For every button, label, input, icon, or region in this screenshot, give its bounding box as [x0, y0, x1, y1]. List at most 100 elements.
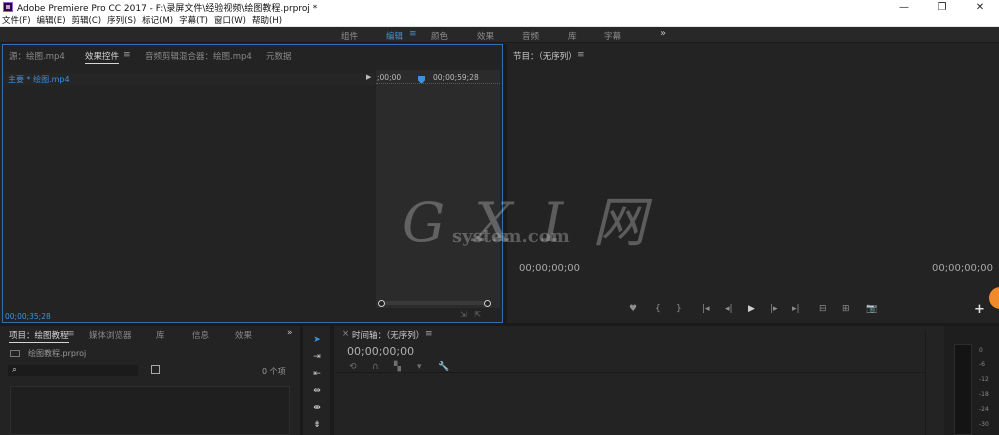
audio-meter-bar [954, 344, 972, 435]
add-marker-timeline-icon[interactable]: ▾ [417, 362, 422, 372]
new-bin-icon[interactable] [151, 365, 160, 374]
project-items-list[interactable] [10, 386, 290, 435]
meter-tick: -18 [979, 391, 989, 398]
project-folder-icon [10, 350, 20, 357]
nest-sequence-icon[interactable]: ⟲ [349, 362, 357, 372]
play-icon[interactable]: ▶ [748, 304, 755, 314]
menu-window[interactable]: 窗口(W) [214, 14, 246, 26]
timeline-header-divider [336, 372, 926, 373]
program-menu-icon[interactable]: ≡ [577, 50, 585, 60]
mark-in-icon[interactable]: { [655, 304, 661, 314]
tab-libraries[interactable]: 库 [156, 329, 165, 341]
tab-media-browser[interactable]: 媒体浏览器 [89, 329, 132, 341]
ruler-start-time: ;00;00 [377, 73, 402, 82]
search-icon: ⌕ [12, 365, 18, 375]
tools-panel: ➤ ⇥ ⇤ ⇹ ⇼ ⇟ [306, 330, 328, 435]
project-file-row: 绘图教程.prproj [10, 348, 86, 359]
timeline-current-time[interactable]: 00;00;00;00 [347, 345, 414, 358]
selection-tool-icon[interactable]: ➤ [311, 335, 323, 345]
timeline-title[interactable]: 时间轴：（无序列） [352, 329, 424, 341]
project-file-name: 绘图教程.prproj [28, 349, 87, 358]
timeline-close-icon[interactable]: × [342, 329, 349, 339]
menu-marker[interactable]: 标记(M) [142, 14, 173, 26]
workspace-effects[interactable]: 效果 [477, 30, 494, 42]
extract-icon[interactable]: ⊞ [842, 304, 850, 314]
lift-icon[interactable]: ⊟ [819, 304, 827, 314]
meter-tick: -12 [979, 376, 989, 383]
zoom-scrollbar[interactable] [381, 301, 488, 305]
rolling-edit-tool-icon[interactable]: ⇹ [311, 386, 323, 396]
window-title: Adobe Premiere Pro CC 2017 - F:\录屏文件\经验视… [17, 3, 318, 14]
tab-effect-controls[interactable]: 效果控件 [85, 50, 120, 64]
menu-bar: 文件(F) 编辑(E) 剪辑(C) 序列(S) 标记(M) 字幕(T) 窗口(W… [0, 14, 999, 27]
filter-export-icons[interactable]: ⇲ ⇱ [460, 310, 481, 319]
menu-edit[interactable]: 编辑(E) [37, 14, 66, 26]
watermark-domain: system.com [452, 226, 570, 247]
meter-tick: -30 [979, 421, 989, 428]
timeline-scroll-edge [925, 330, 926, 435]
title-bar: Adobe Premiere Pro CC 2017 - F:\录屏文件\经验视… [0, 0, 999, 14]
project-menu-icon[interactable]: ≡ [67, 329, 75, 339]
menu-file[interactable]: 文件(F) [2, 14, 31, 26]
minimize-button[interactable]: — [885, 0, 923, 14]
tab-audio-clip-mixer[interactable]: 音频剪辑混合器：绘图.mp4 [145, 50, 252, 62]
add-marker-icon[interactable]: ♥ [629, 304, 637, 314]
item-count: 0 个项 [262, 367, 286, 376]
export-frame-icon[interactable]: 📷 [866, 304, 877, 314]
step-back-icon[interactable]: ◂| [725, 304, 733, 314]
workspace-color[interactable]: 颜色 [431, 30, 448, 42]
menu-sequence[interactable]: 序列(S) [107, 14, 136, 26]
premiere-logo-icon [3, 2, 13, 12]
project-more-icon[interactable]: » [287, 328, 293, 338]
current-time-display[interactable]: 00;00;35;28 [5, 312, 51, 321]
meter-tick: -24 [979, 406, 989, 413]
scroll-handle-right[interactable] [484, 300, 491, 307]
play-triangle-icon[interactable]: ▶ [366, 73, 371, 81]
tab-info[interactable]: 信息 [192, 329, 209, 341]
go-to-out-icon[interactable]: ▸| [792, 304, 800, 314]
maximize-button[interactable]: ❐ [923, 0, 961, 14]
ruler-end-time: 00;00;59;28 [433, 73, 479, 82]
program-current-time[interactable]: 00;00;00;00 [519, 263, 580, 274]
tools-divider[interactable] [300, 326, 303, 435]
timeline-panel [334, 326, 944, 435]
workspace-menu-icon[interactable]: ≡ [409, 29, 417, 39]
workspace-audio[interactable]: 音频 [522, 30, 539, 42]
go-to-in-icon[interactable]: |◂ [702, 304, 710, 314]
tab-project[interactable]: 项目：绘图教程 [9, 329, 69, 343]
rate-stretch-tool-icon[interactable]: ⇼ [311, 403, 323, 413]
program-monitor-title[interactable]: 节目：（无序列） [513, 50, 577, 62]
workspace-bar: 组件 编辑 ≡ 颜色 效果 音频 库 字幕 » [0, 27, 999, 43]
menu-help[interactable]: 帮助(H) [252, 14, 282, 26]
button-editor-add-icon[interactable]: + [974, 302, 985, 317]
timeline-menu-icon[interactable]: ≡ [425, 329, 433, 339]
window-controls: — ❐ ✕ [885, 0, 999, 14]
workspace-libraries[interactable]: 库 [568, 30, 577, 42]
wrench-icon[interactable]: 🔧 [438, 362, 449, 372]
program-duration: 00;00;00;00 [932, 263, 994, 274]
project-search-input[interactable] [8, 365, 138, 376]
tab-effects[interactable]: 效果 [235, 329, 252, 341]
snap-icon[interactable]: ∩ [372, 362, 379, 372]
meter-tick: 0 [979, 347, 983, 354]
menu-clip[interactable]: 剪辑(C) [72, 14, 102, 26]
master-clip-label[interactable]: 主要 * 绘图.mp4 [8, 74, 70, 85]
meter-tick: -6 [979, 361, 985, 368]
tab-metadata[interactable]: 元数据 [266, 50, 292, 62]
panel-menu-icon[interactable]: ≡ [123, 50, 131, 60]
linked-selection-icon[interactable]: ▚ [394, 362, 401, 372]
razor-tool-icon[interactable]: ⇟ [311, 420, 323, 430]
tab-source[interactable]: 源：绘图.mp4 [9, 50, 65, 62]
mark-out-icon[interactable]: } [676, 304, 682, 314]
menu-title[interactable]: 字幕(T) [179, 14, 208, 26]
close-button[interactable]: ✕ [961, 0, 999, 14]
track-select-tool-icon[interactable]: ⇥ [311, 352, 323, 362]
workspace-titles[interactable]: 字幕 [604, 30, 621, 42]
ripple-edit-tool-icon[interactable]: ⇤ [311, 369, 323, 379]
scroll-handle-left[interactable] [378, 300, 385, 307]
step-forward-icon[interactable]: |▸ [770, 304, 778, 314]
time-ruler [376, 83, 500, 84]
workspace-editing[interactable]: 编辑 [386, 30, 403, 42]
workspace-more-icon[interactable]: » [660, 28, 666, 39]
workspace-assembly[interactable]: 组件 [341, 30, 358, 42]
